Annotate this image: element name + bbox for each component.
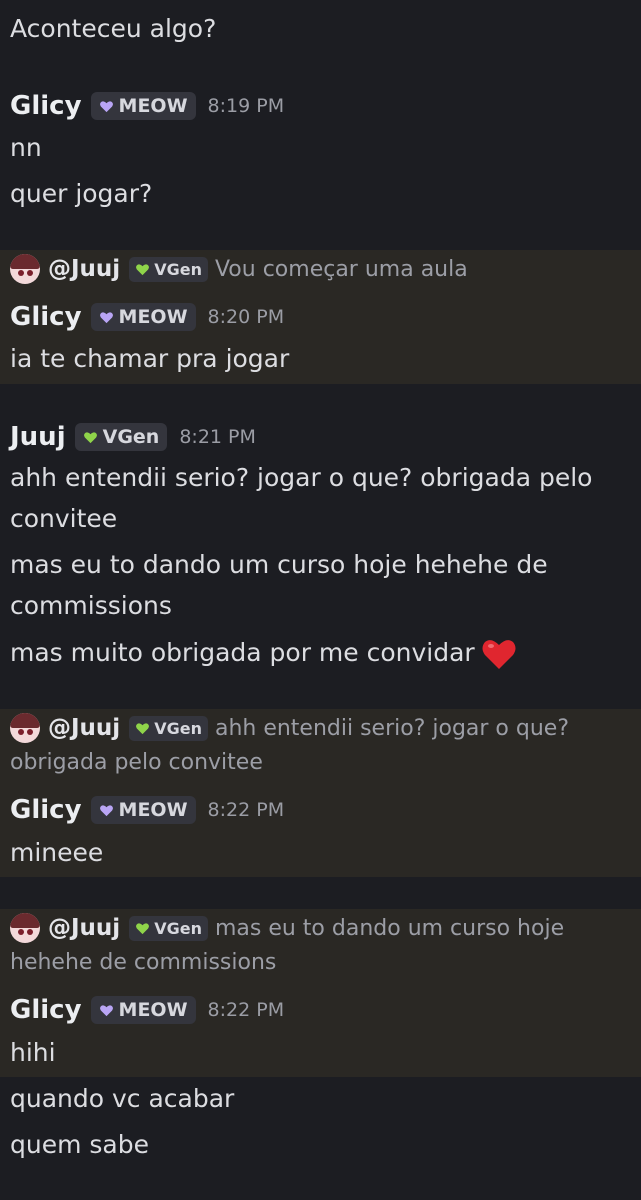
- green-heart-icon: [136, 922, 150, 934]
- guild-tag-label: MEOW: [118, 999, 188, 1021]
- red-heart-icon: [482, 640, 516, 669]
- guild-tag[interactable]: MEOW: [90, 796, 196, 824]
- guild-tag-label: VGen: [154, 259, 202, 279]
- guild-tag[interactable]: VGen: [129, 256, 208, 282]
- username[interactable]: Glicy: [10, 91, 82, 121]
- message-header: Glicy MEOW 8:22 PM: [10, 790, 284, 830]
- purple-heart-icon: [99, 100, 113, 112]
- message-text: mineee: [10, 838, 104, 867]
- reply-text[interactable]: Vou começar uma aula: [215, 257, 468, 282]
- guild-tag[interactable]: VGen: [74, 423, 168, 451]
- message-header: Glicy MEOW 8:19 PM: [10, 86, 284, 126]
- message-text: hihi: [10, 1038, 56, 1067]
- message-header: Glicy MEOW 8:20 PM: [10, 297, 284, 337]
- message-text: quer jogar?: [10, 179, 153, 208]
- green-heart-icon: [83, 431, 97, 443]
- guild-tag-label: MEOW: [118, 799, 188, 821]
- reply-preview[interactable]: @Juuj VGen Vou começar uma aula: [10, 251, 468, 287]
- message-text: mas muito obrigada por me convidar: [10, 638, 475, 667]
- green-heart-icon: [136, 722, 150, 734]
- message-text: convitee: [10, 504, 118, 533]
- message-text: quando vc acabar: [10, 1084, 235, 1113]
- timestamp: 8:19 PM: [207, 95, 285, 117]
- message-line: mas muito obrigada por me convidar: [10, 636, 517, 671]
- timestamp: 8:22 PM: [207, 799, 285, 821]
- reply-username[interactable]: @Juuj: [48, 915, 120, 941]
- reply-text[interactable]: ahh entendii serio? jogar o que?: [215, 716, 569, 741]
- avatar[interactable]: [10, 713, 40, 743]
- guild-tag[interactable]: MEOW: [90, 92, 196, 120]
- guild-tag[interactable]: MEOW: [90, 996, 196, 1024]
- message-text: nn: [10, 133, 42, 162]
- guild-tag-label: VGen: [102, 426, 160, 448]
- message-header: Glicy MEOW 8:22 PM: [10, 990, 284, 1030]
- message-text: quem sabe: [10, 1130, 149, 1159]
- message-header: Juuj VGen 8:21 PM: [10, 417, 256, 457]
- guild-tag-label: MEOW: [118, 95, 188, 117]
- purple-heart-icon: [99, 804, 113, 816]
- timestamp: 8:22 PM: [207, 999, 285, 1021]
- guild-tag[interactable]: VGen: [129, 715, 208, 741]
- timestamp: 8:21 PM: [179, 426, 256, 448]
- purple-heart-icon: [99, 311, 113, 323]
- reply-preview[interactable]: @Juuj VGen mas eu to dando um curso hoje: [10, 910, 564, 946]
- guild-tag[interactable]: MEOW: [90, 303, 196, 331]
- username[interactable]: Glicy: [10, 995, 82, 1025]
- reply-text[interactable]: mas eu to dando um curso hoje: [215, 916, 564, 941]
- reply-preview[interactable]: @Juuj VGen ahh entendii serio? jogar o q…: [10, 710, 569, 746]
- message-text: mas eu to dando um curso hoje hehehe de: [10, 550, 548, 579]
- username[interactable]: Juuj: [10, 422, 66, 452]
- message-text: ahh entendii serio? jogar o que? obrigad…: [10, 463, 593, 492]
- message-text: Aconteceu algo?: [10, 14, 217, 43]
- guild-tag[interactable]: VGen: [129, 915, 208, 941]
- purple-heart-icon: [99, 1004, 113, 1016]
- username[interactable]: Glicy: [10, 302, 82, 332]
- reply-text-continued[interactable]: hehehe de commissions: [10, 948, 276, 978]
- reply-text-continued[interactable]: obrigada pelo convitee: [10, 748, 263, 778]
- guild-tag-label: MEOW: [118, 306, 188, 328]
- timestamp: 8:20 PM: [207, 306, 285, 328]
- avatar[interactable]: [10, 913, 40, 943]
- avatar[interactable]: [10, 254, 40, 284]
- guild-tag-label: VGen: [154, 918, 202, 938]
- green-heart-icon: [136, 263, 150, 275]
- message-text: commissions: [10, 591, 172, 620]
- username[interactable]: Glicy: [10, 795, 82, 825]
- message-text: ia te chamar pra jogar: [10, 344, 290, 373]
- reply-username[interactable]: @Juuj: [48, 256, 120, 282]
- reply-username[interactable]: @Juuj: [48, 715, 120, 741]
- guild-tag-label: VGen: [154, 718, 202, 738]
